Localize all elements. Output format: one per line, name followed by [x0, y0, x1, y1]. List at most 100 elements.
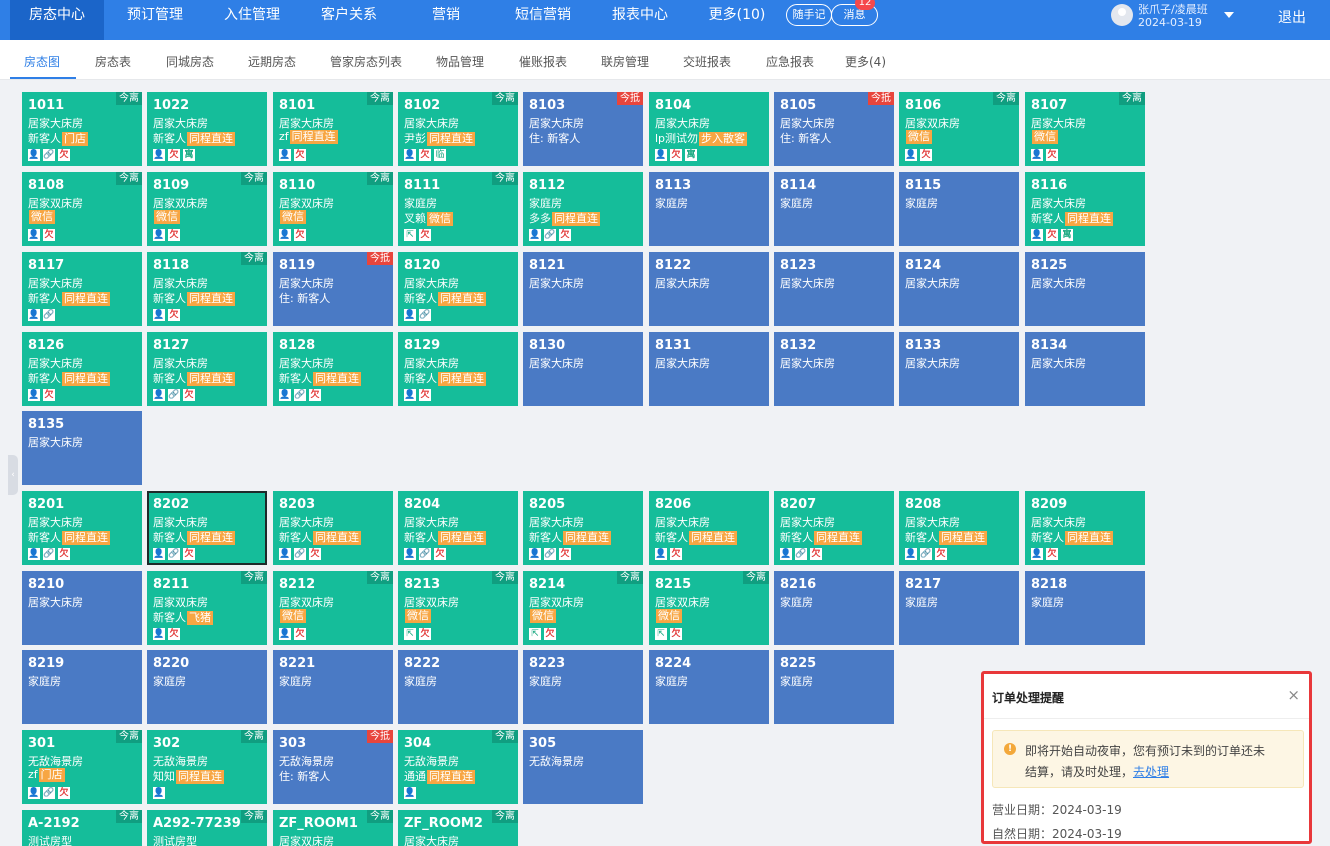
status-icons: 👤 🔗 欠 — [153, 389, 198, 402]
arriving-badge: 今抵 — [367, 252, 393, 265]
room-card[interactable]: 8217 家庭房 — [899, 571, 1019, 645]
room-card[interactable]: 8207 居家大床房 新客人 同程直连 👤 🔗 欠 — [774, 491, 894, 565]
guest-name: 新客人 — [905, 531, 938, 544]
room-card[interactable]: 8210 居家大床房 — [22, 571, 142, 645]
room-number: 8222 — [404, 656, 441, 671]
room-card[interactable]: 8120 居家大床房 新客人 同程直连 👤 🔗 — [398, 252, 518, 326]
room-number: 8109 — [153, 178, 190, 193]
room-card[interactable]: 8204 居家大床房 新客人 同程直连 👤 🔗 欠 — [398, 491, 518, 565]
room-card[interactable]: 302 无敌海景房 知知 同程直连 👤 今离 — [147, 730, 267, 804]
room-card[interactable]: ZF_ROOM1 居家双床房 今离 — [273, 810, 393, 846]
room-card[interactable]: 8109 居家双床房 微信 👤 欠 今离 — [147, 172, 267, 246]
status-icons: 👤 欠 — [279, 149, 309, 162]
room-card[interactable]: 8105 居家大床房 住: 新客人 今抵 — [774, 92, 894, 166]
room-card[interactable]: 8214 居家双床房 微信 ⇱ 欠 今离 — [523, 571, 643, 645]
room-card[interactable]: 8131 居家大床房 — [649, 332, 769, 406]
room-card[interactable]: 304 无敌海景房 通通 同程直连 👤 今离 — [398, 730, 518, 804]
room-card[interactable]: 8221 家庭房 — [273, 650, 393, 724]
room-card[interactable]: 8212 居家双床房 微信 👤 欠 今离 — [273, 571, 393, 645]
room-type: 家庭房 — [780, 675, 813, 688]
room-card[interactable]: 8119 居家大床房 住: 新客人 今抵 — [273, 252, 393, 326]
status-icons: 👤 🔗 欠 — [153, 548, 198, 561]
status-icons: ⇱ 欠 — [404, 628, 434, 641]
room-card[interactable]: 8215 居家双床房 微信 ⇱ 欠 今离 — [649, 571, 769, 645]
room-card[interactable]: 8206 居家大床房 新客人 同程直连 👤 欠 — [649, 491, 769, 565]
close-icon[interactable]: × — [1287, 686, 1300, 704]
room-card[interactable]: 8101 居家大床房 zf 同程直连 👤 欠 今离 — [273, 92, 393, 166]
room-card[interactable]: 8201 居家大床房 新客人 同程直连 👤 🔗 欠 — [22, 491, 142, 565]
room-card[interactable]: 8102 居家大床房 尹彭 同程直连 👤 欠临 今离 — [398, 92, 518, 166]
room-card[interactable]: 8112 家庭房 多多 同程直连 👤 🔗 欠 — [523, 172, 643, 246]
person-icon: 👤 — [1031, 149, 1043, 161]
room-card[interactable]: 8104 居家大床房 lp测试勿 步入散客 👤 欠寓 — [649, 92, 769, 166]
room-card[interactable]: 8133 居家大床房 — [899, 332, 1019, 406]
room-type: 居家大床房 — [529, 277, 584, 290]
room-card[interactable]: 8108 居家双床房 微信 👤 欠 今离 — [22, 172, 142, 246]
room-card[interactable]: 8209 居家大床房 新客人 同程直连 👤 欠 — [1025, 491, 1145, 565]
room-card[interactable]: 8225 家庭房 — [774, 650, 894, 724]
owe-icon: 欠 — [670, 628, 682, 640]
owe-icon: 欠 — [58, 548, 70, 560]
room-card[interactable]: 8118 居家大床房 新客人 同程直连 👤 欠 今离 — [147, 252, 267, 326]
room-number: 8130 — [529, 338, 566, 353]
room-card[interactable]: 8219 家庭房 — [22, 650, 142, 724]
room-number: 8116 — [1031, 178, 1068, 193]
room-card[interactable]: 8220 家庭房 — [147, 650, 267, 724]
room-card[interactable]: 303 无敌海景房 住: 新客人 今抵 — [273, 730, 393, 804]
room-card[interactable]: ZF_ROOM2 居家大床房 今离 — [398, 810, 518, 846]
alert-message-text: 结算，请及时处理， — [1025, 765, 1134, 779]
room-card[interactable]: 8121 居家大床房 — [523, 252, 643, 326]
room-card[interactable]: 8115 家庭房 — [899, 172, 1019, 246]
room-card[interactable]: 305 无敌海景房 — [523, 730, 643, 804]
room-card[interactable]: 8130 居家大床房 — [523, 332, 643, 406]
room-card[interactable]: 8124 居家大床房 — [899, 252, 1019, 326]
room-card[interactable]: A-2192 测试房型 今离 — [22, 810, 142, 846]
room-card[interactable]: 1022 居家大床房 新客人 同程直连 👤 欠寓 — [147, 92, 267, 166]
room-card[interactable]: 8127 居家大床房 新客人 同程直连 👤 🔗 欠 — [147, 332, 267, 406]
room-card[interactable]: A292-77239 测试房型 今离 — [147, 810, 267, 846]
room-card[interactable]: 8134 居家大床房 — [1025, 332, 1145, 406]
room-card[interactable]: 8111 家庭房 叉赖 微信 ⇱ 欠 今离 — [398, 172, 518, 246]
room-card[interactable]: 8123 居家大床房 — [774, 252, 894, 326]
room-card[interactable]: 8224 家庭房 — [649, 650, 769, 724]
room-card[interactable]: 8216 家庭房 — [774, 571, 894, 645]
status-icons: 👤 欠 — [28, 389, 58, 402]
room-card[interactable]: 1011 居家大床房 新客人 门店 👤 🔗 欠 今离 — [22, 92, 142, 166]
status-icons: 👤 🔗 欠 — [529, 229, 574, 242]
person-icon: 👤 — [404, 309, 416, 321]
room-type: 家庭房 — [404, 197, 437, 210]
guest-name: 新客人 — [153, 531, 186, 544]
room-card[interactable]: 8114 家庭房 — [774, 172, 894, 246]
room-card[interactable]: 8205 居家大床房 新客人 同程直连 👤 🔗 欠 — [523, 491, 643, 565]
room-card[interactable]: 8103 居家大床房 住: 新客人 今抵 — [523, 92, 643, 166]
room-card[interactable]: 8125 居家大床房 — [1025, 252, 1145, 326]
room-card[interactable]: 8211 居家双床房 新客人 飞猪 👤 欠 今离 — [147, 571, 267, 645]
room-number: 8114 — [780, 178, 817, 193]
room-card[interactable]: 8110 居家双床房 微信 👤 欠 今离 — [273, 172, 393, 246]
room-card[interactable]: 8117 居家大床房 新客人 同程直连 👤 🔗 — [22, 252, 142, 326]
room-card[interactable]: 8132 居家大床房 — [774, 332, 894, 406]
room-card[interactable]: 8126 居家大床房 新客人 同程直连 👤 欠 — [22, 332, 142, 406]
room-number: 8101 — [279, 98, 316, 113]
room-card[interactable]: 8208 居家大床房 新客人 同程直连 👤 🔗 欠 — [899, 491, 1019, 565]
person-icon: 👤 — [529, 229, 541, 241]
room-card[interactable]: 8113 家庭房 — [649, 172, 769, 246]
room-card[interactable]: 8213 居家双床房 微信 ⇱ 欠 今离 — [398, 571, 518, 645]
room-card[interactable]: 8116 居家大床房 新客人 同程直连 👤 欠寓 — [1025, 172, 1145, 246]
guest-name: 尹彭 — [404, 132, 426, 145]
room-card[interactable]: 8218 家庭房 — [1025, 571, 1145, 645]
room-card[interactable]: 8129 居家大床房 新客人 同程直连 👤 欠 — [398, 332, 518, 406]
room-card[interactable]: 8107 居家大床房 微信 👤 欠 今离 — [1025, 92, 1145, 166]
room-card[interactable]: 8106 居家双床房 微信 👤 欠 今离 — [899, 92, 1019, 166]
room-card[interactable]: 8122 居家大床房 — [649, 252, 769, 326]
owe-icon: 欠 — [419, 229, 431, 241]
room-card[interactable]: 8222 家庭房 — [398, 650, 518, 724]
guest-line: 新客人 门店 — [28, 130, 88, 146]
room-card[interactable]: 8128 居家大床房 新客人 同程直连 👤 🔗 欠 — [273, 332, 393, 406]
room-card[interactable]: 8223 家庭房 — [523, 650, 643, 724]
room-card[interactable]: 301 无敌海景房 zf 门店 👤 🔗 欠 今离 — [22, 730, 142, 804]
room-card[interactable]: 8202 居家大床房 新客人 同程直连 👤 🔗 欠 — [147, 491, 267, 565]
room-card[interactable]: 8203 居家大床房 新客人 同程直连 👤 🔗 欠 — [273, 491, 393, 565]
room-card[interactable]: 8135 居家大床房 — [22, 411, 142, 485]
process-link[interactable]: 去处理 — [1133, 765, 1169, 779]
